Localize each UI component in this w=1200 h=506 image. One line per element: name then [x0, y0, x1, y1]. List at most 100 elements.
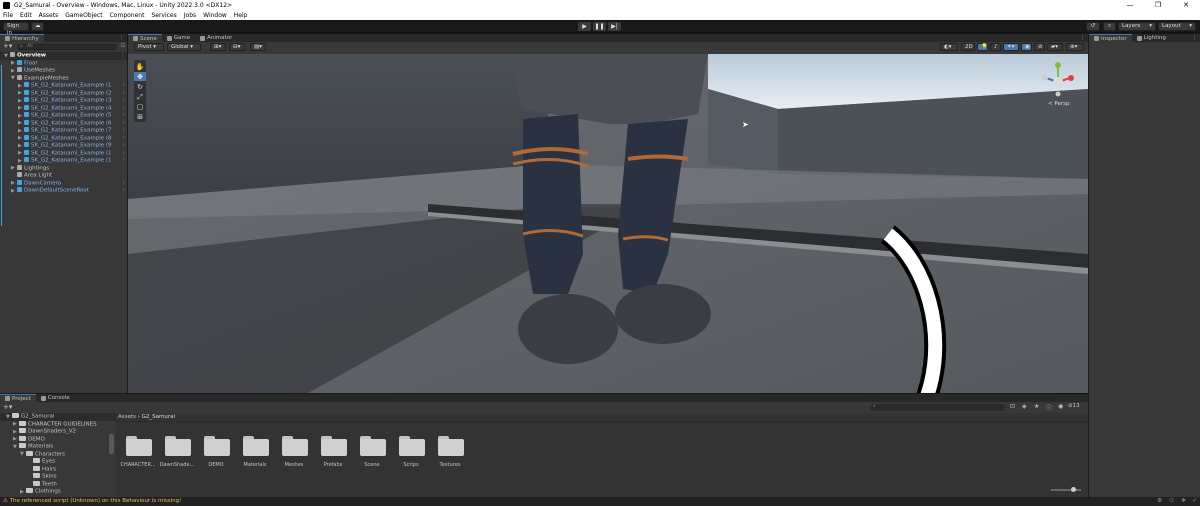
camera-icon[interactable]: ▰▾	[1047, 43, 1063, 51]
tab-hierarchy[interactable]: Hierarchy	[0, 34, 44, 42]
folder-tree-item[interactable]: ▶ DawnShaders_V2	[0, 428, 116, 436]
status-message[interactable]: The referenced script (Unknown) on this …	[10, 498, 182, 504]
menu-component[interactable]: Component	[110, 12, 145, 19]
menu-gameobject[interactable]: GameObject	[65, 12, 102, 19]
tree-item[interactable]: ▶ SK_G2_Katanami_Example (5 ›	[0, 112, 127, 120]
folder-tree-item[interactable]: ▶ Clothings	[0, 488, 116, 496]
menu-help[interactable]: Help	[234, 12, 248, 19]
audio-icon[interactable]: ♪	[990, 43, 1001, 51]
increment-snap-icon[interactable]: ⊟▾	[229, 43, 245, 51]
tree-item[interactable]: ▶ SK_G2_Katanami_Example (8 ›	[0, 134, 127, 143]
chevron-right-icon[interactable]: ›	[123, 90, 125, 98]
menu-jobs[interactable]: Jobs	[184, 12, 196, 19]
play-icon[interactable]: ▶	[578, 22, 591, 31]
render-mode-icon[interactable]: ▤▾	[250, 43, 266, 51]
project-search-input[interactable]	[870, 404, 1005, 411]
chevron-right-icon[interactable]: ›	[123, 127, 125, 135]
chevron-right-icon[interactable]: ›	[123, 180, 125, 188]
folder-tree-item[interactable]: ▼ G2_Samurai	[0, 413, 116, 421]
scene-viewport[interactable]: ✋ ✥ ↻ ⤢ ▢ ⊞ < Persp ➤	[128, 54, 1088, 393]
effects-icon[interactable]: ✦▾	[1003, 43, 1019, 51]
asset-folder[interactable]: Textures	[436, 432, 476, 472]
cloud-icon[interactable]: ☁	[31, 22, 44, 31]
more-options-icon[interactable]: ⋮	[120, 52, 126, 60]
folder-tree-item[interactable]: Eyes	[0, 458, 116, 466]
folder-tree-item[interactable]: Hairs	[0, 465, 116, 474]
chevron-right-icon[interactable]: ›	[123, 135, 125, 143]
folder-tree-item[interactable]: ▶ DEMO	[0, 435, 116, 444]
chevron-right-icon[interactable]: ›	[123, 82, 125, 90]
persp-label[interactable]: < Persp	[1048, 101, 1069, 107]
add-icon[interactable]: +▾	[3, 403, 12, 411]
tree-item[interactable]: ▶ SK_G2_Katanami_Example (7 ›	[0, 127, 127, 135]
chevron-right-icon[interactable]: ›	[123, 120, 125, 128]
pivot-dropdown[interactable]: Pivot ▾	[134, 43, 164, 51]
tab-animator[interactable]: Animator	[195, 34, 237, 42]
maximize-button[interactable]: ❐	[1144, 0, 1172, 11]
menu-edit[interactable]: Edit	[20, 12, 32, 19]
minimize-button[interactable]: —	[1116, 0, 1144, 11]
chevron-right-icon[interactable]: ›	[123, 97, 125, 105]
menu-file[interactable]: File	[3, 12, 13, 19]
tree-item[interactable]: ▶ Lightings	[0, 164, 127, 173]
tree-item[interactable]: ▶ SK_G2_Katanami_Example (3 ›	[0, 97, 127, 105]
tree-item[interactable]: ▶ SK_G2_Katanami_Example (1 ›	[0, 82, 127, 90]
sign-in-button[interactable]: Sign in	[3, 22, 29, 36]
breadcrumb-assets[interactable]: Assets	[118, 414, 136, 420]
tree-item[interactable]: ▶ SK_G2_Katanami_Example (9 ›	[0, 142, 127, 150]
chevron-right-icon[interactable]: ›	[123, 187, 125, 195]
draw-mode-icon[interactable]: ◐▾	[940, 43, 958, 51]
hidden-objects-icon[interactable]: ⊘	[1034, 43, 1045, 51]
tab-project[interactable]: Project	[0, 394, 36, 402]
more-options-icon[interactable]: ⋮	[1080, 35, 1085, 41]
tree-item[interactable]: ▶ SK_G2_Katanami_Example (2 ›	[0, 89, 127, 98]
history-icon[interactable]: ↺	[1086, 22, 1100, 31]
layers-dropdown[interactable]: Layers ▾	[1118, 22, 1156, 31]
layout-dropdown[interactable]: Layout ▾	[1158, 22, 1196, 31]
progress-icon[interactable]: ⚙	[1157, 497, 1162, 506]
check-icon[interactable]: ✓	[1192, 497, 1197, 506]
folder-tree-item[interactable]: ▼ Characters	[0, 450, 116, 459]
folder-tree-item[interactable]: ▼ Materials	[0, 443, 116, 451]
tab-inspector[interactable]: Inspector	[1089, 34, 1132, 42]
tab-game[interactable]: Game	[162, 34, 195, 42]
folder-tree-item[interactable]: ▶ CHARACTER GUIDELINES	[0, 420, 116, 429]
hierarchy-search-input[interactable]: All	[17, 43, 117, 50]
zoom-slider-handle[interactable]	[1071, 487, 1076, 492]
tree-item[interactable]: ▶ SK_G2_Katanami_Example (1 ›	[0, 149, 127, 158]
2d-toggle[interactable]: 2D	[961, 43, 975, 51]
more-options-icon[interactable]: ⋮	[1192, 35, 1197, 41]
filter-type-icon[interactable]: ⊡	[1010, 403, 1015, 410]
grid-snap-icon[interactable]: ⊞▾	[210, 43, 226, 51]
tree-item[interactable]: ▶ SK_G2_Katanami_Example (1 ›	[0, 157, 127, 165]
bug-icon[interactable]: ✲	[1181, 497, 1186, 506]
tree-item[interactable]: ▼ ExampleMeshes	[0, 74, 127, 83]
menu-services[interactable]: Services	[151, 12, 176, 19]
chevron-right-icon[interactable]: ›	[123, 150, 125, 158]
visibility-icon[interactable]: ◉	[1021, 43, 1032, 51]
zoom-slider[interactable]	[1051, 487, 1081, 492]
tree-item[interactable]: ▶ DawnCamera ›	[0, 179, 127, 188]
chevron-right-icon[interactable]: ›	[123, 105, 125, 113]
filter-label-icon[interactable]: ◈	[1022, 403, 1027, 410]
tree-item[interactable]: ▶ UseMeshes	[0, 67, 127, 75]
tab-scene[interactable]: Scene	[128, 34, 162, 42]
visibility-icon[interactable]: ◉	[1058, 403, 1063, 410]
tree-item[interactable]: ▶ DawnDefaultSceneRoot ›	[0, 187, 127, 195]
tab-console[interactable]: Console	[36, 394, 75, 402]
add-icon[interactable]: +▾	[3, 42, 12, 51]
chevron-right-icon[interactable]: ›	[123, 112, 125, 120]
tree-item[interactable]: ▶ SK_G2_Katanami_Example (4 ›	[0, 104, 127, 113]
menu-window[interactable]: Window	[203, 12, 227, 19]
folder-tree-item[interactable]: Teeth	[0, 480, 116, 489]
favorite-icon[interactable]: ★	[1034, 403, 1039, 410]
gizmos-icon[interactable]: ⊕▾	[1066, 43, 1084, 51]
step-icon[interactable]: ▶|	[608, 22, 621, 31]
lighting-icon[interactable]: 💡	[977, 43, 988, 51]
tree-item[interactable]: Area Light	[0, 172, 127, 180]
tree-item[interactable]: ▶ Floor	[0, 59, 127, 68]
info-icon[interactable]: ⓘ	[1046, 403, 1052, 412]
tab-lighting[interactable]: Lighting	[1132, 34, 1171, 42]
tree-scrollbar[interactable]	[109, 434, 114, 454]
global-dropdown[interactable]: Global ▾	[167, 43, 201, 51]
